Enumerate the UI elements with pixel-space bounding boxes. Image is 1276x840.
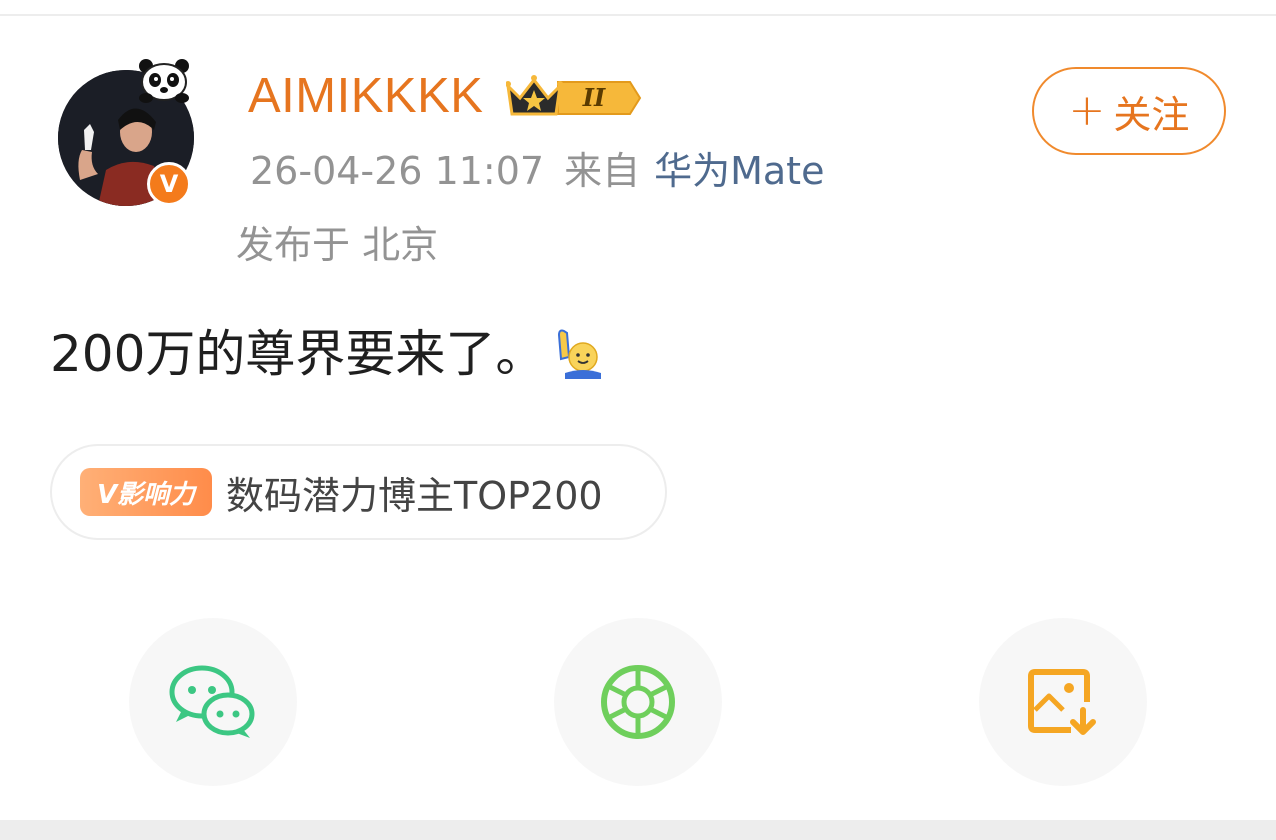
post-content: 200万的尊界要来了。 bbox=[50, 322, 603, 386]
share-moments-button[interactable] bbox=[554, 618, 722, 786]
raising-hand-emoji-icon bbox=[558, 329, 602, 379]
save-image-icon bbox=[1028, 669, 1096, 735]
device-link[interactable]: 华为Mate bbox=[654, 149, 824, 193]
v-influence-badge: V影响力 bbox=[80, 468, 212, 516]
post-timestamp: 26-04-26 11:07 bbox=[250, 149, 545, 193]
post-text: 200万的尊界要来了。 bbox=[50, 325, 546, 383]
crown-level-badge-icon: II bbox=[506, 75, 642, 116]
top-divider bbox=[0, 14, 1276, 16]
influence-tag-text: 数码潜力博主TOP200 bbox=[226, 473, 603, 518]
save-image-button[interactable] bbox=[979, 618, 1147, 786]
moments-icon bbox=[601, 665, 675, 739]
follow-button[interactable]: + 关注 bbox=[1032, 67, 1226, 155]
from-label: 来自 bbox=[564, 149, 641, 193]
verified-badge-icon: V bbox=[147, 162, 191, 206]
plus-icon: + bbox=[1068, 85, 1106, 136]
post-meta: 26-04-26 11:07 来自 华为Mate bbox=[250, 148, 824, 194]
panda-icon bbox=[139, 59, 189, 103]
level-badge-text: II bbox=[582, 83, 606, 112]
share-wechat-button[interactable] bbox=[129, 618, 297, 786]
influence-tag[interactable]: V影响力 数码潜力博主TOP200 bbox=[50, 444, 667, 540]
bottom-divider bbox=[0, 820, 1276, 840]
username[interactable]: AIMIKKKK bbox=[248, 66, 483, 126]
wechat-icon bbox=[169, 665, 255, 738]
post-location: 发布于 北京 bbox=[236, 223, 439, 267]
follow-label: 关注 bbox=[1113, 92, 1190, 137]
